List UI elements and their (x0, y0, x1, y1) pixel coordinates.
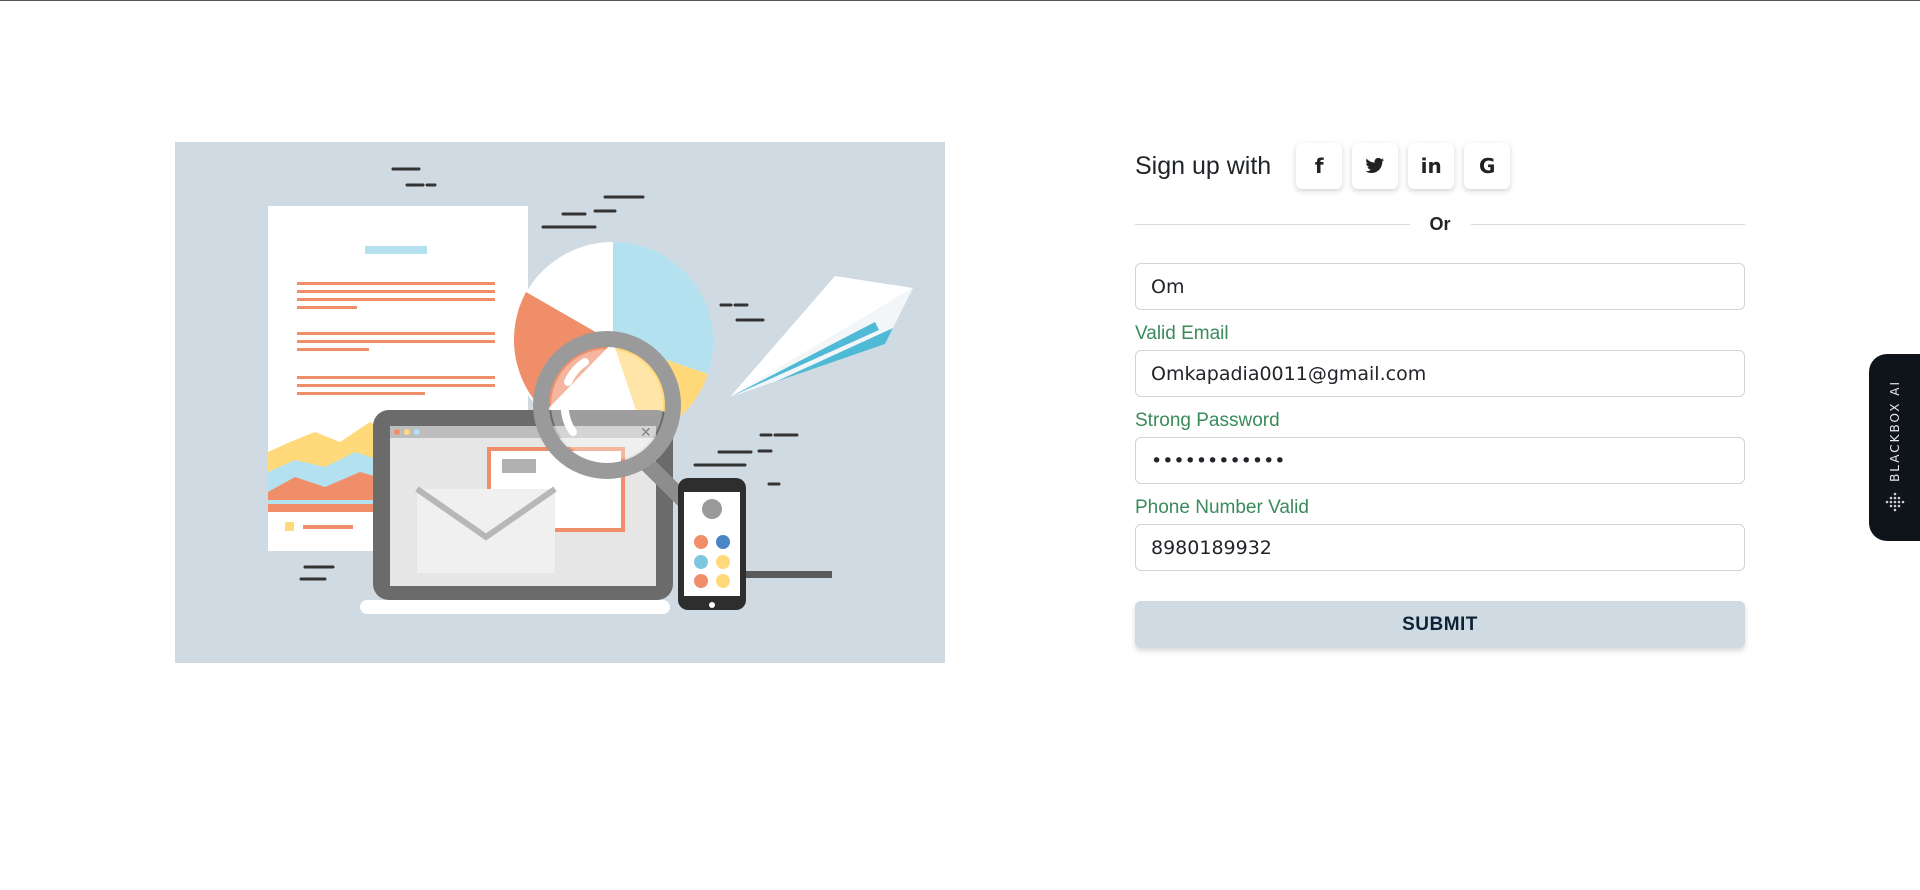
google-button[interactable]: G (1464, 143, 1511, 189)
blackbox-logo-icon (1885, 493, 1904, 512)
divider-line-right (1470, 223, 1746, 225)
phone-group: Phone Number Valid (1135, 496, 1745, 571)
twitter-icon (1365, 157, 1385, 173)
or-text: Or (1429, 213, 1451, 234)
divider-line-left (1135, 223, 1410, 225)
password-label: Strong Password (1135, 410, 1280, 431)
phone-label: Phone Number Valid (1135, 497, 1309, 518)
password-input[interactable] (1135, 437, 1745, 484)
submit-button[interactable]: SUBMIT (1135, 601, 1745, 648)
password-group: Strong Password (1135, 409, 1745, 484)
phone-input[interactable] (1135, 524, 1745, 571)
google-icon: G (1478, 154, 1496, 178)
linkedin-button[interactable]: in (1408, 143, 1455, 189)
linkedin-icon: in (1420, 154, 1442, 178)
social-signup-row: Sign up with f in G (1135, 141, 1745, 191)
signup-form: Sign up with f in G Or Valid Email Stron… (1135, 141, 1746, 648)
email-marketing-illustration: ✕ (268, 167, 913, 614)
blackbox-ai-widget[interactable]: BLACKBOX AI (1869, 354, 1920, 541)
social-signup-label: Sign up with (1135, 151, 1272, 180)
signup-illustration: ✕ (175, 142, 945, 663)
email-label: Valid Email (1135, 323, 1229, 344)
blackbox-ai-label: BLACKBOX AI (1887, 379, 1902, 482)
email-input[interactable] (1135, 350, 1745, 397)
facebook-button[interactable]: f (1296, 143, 1343, 189)
twitter-button[interactable] (1352, 143, 1399, 189)
name-group (1135, 263, 1745, 310)
name-input[interactable] (1135, 263, 1745, 310)
or-divider: Or (1135, 209, 1746, 239)
facebook-icon: f (1314, 154, 1324, 178)
email-group: Valid Email (1135, 322, 1745, 397)
